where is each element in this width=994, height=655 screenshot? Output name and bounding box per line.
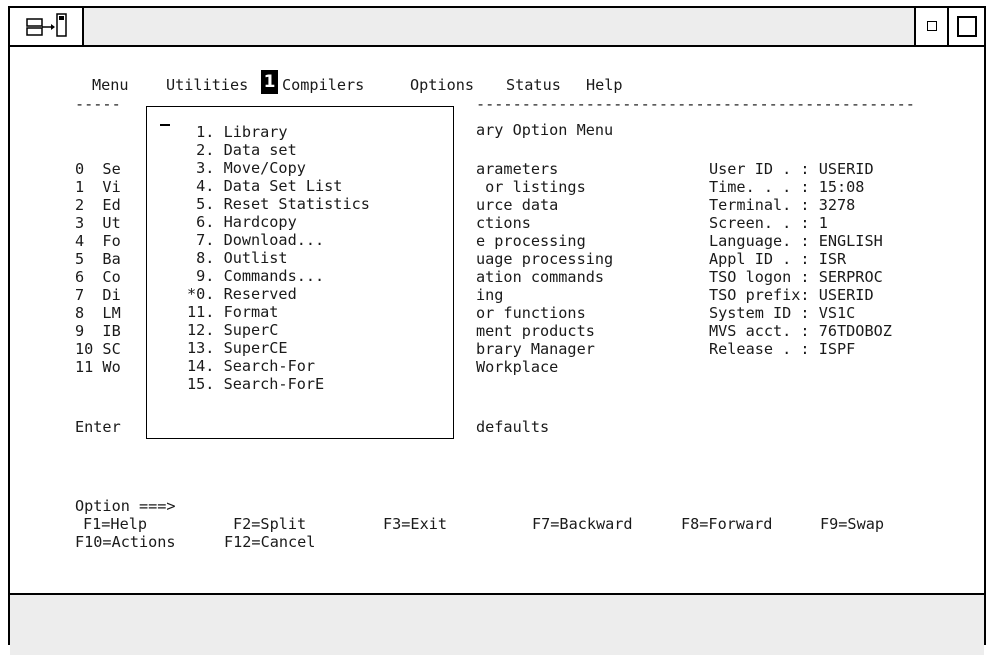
option-desc: ing [476,286,504,304]
pulldown-item[interactable]: 13. SuperCE [187,339,288,357]
option-desc: e processing [476,232,586,250]
session-info-line: TSO logon : SERPROC [709,268,883,286]
option-desc: Workplace [476,358,559,376]
isp-panel: Menu Utilities Compilers Options Status … [10,47,984,583]
text-cursor [160,124,170,126]
session-info-line: Screen. . : 1 [709,214,828,232]
menu-divider-right: ----------------------------------------… [476,95,915,113]
option-row: 2 Ed [75,196,121,214]
session-info-line: Appl ID . : ISR [709,250,847,268]
fkey-f7[interactable]: F7=Backward [532,515,633,533]
option-desc: or functions [476,304,586,322]
enter-label: Enter [75,418,121,436]
pulldown-item[interactable]: 1. Library [187,123,287,141]
session-info-line: Terminal. : 3278 [709,196,856,214]
pulldown-item[interactable]: 2. Data set [187,141,297,159]
option-desc: ation commands [476,268,605,286]
option-row: 5 Ba [75,250,121,268]
pulldown-item[interactable]: 9. Commands... [187,267,324,285]
option-row: 10 SC [75,340,121,358]
pulldown-item[interactable]: 8. Outlist [187,249,287,267]
fkey-f10[interactable]: F10=Actions [75,533,176,551]
option-desc: urce data [476,196,559,214]
move-arrow-icon [26,13,67,37]
fkey-f12[interactable]: F12=Cancel [224,533,315,551]
fkey-f1[interactable]: F1=Help [83,515,147,533]
system-menu-button[interactable] [10,8,84,45]
option-desc: brary Manager [476,340,595,358]
pulldown-item[interactable]: 11. Format [187,303,278,321]
option-row: 9 IB [75,322,121,340]
minimize-button[interactable] [914,8,949,45]
pulldown-item[interactable]: 5. Reset Statistics [187,195,370,213]
option-desc: uage processing [476,250,614,268]
command-prompt: Option ===> [75,497,176,515]
session-info-line: User ID . : USERID [709,160,874,178]
pulldown-item[interactable]: 7. Download... [187,231,324,249]
pulldown-item[interactable]: 3. Move/Copy [187,159,306,177]
menu-utilities[interactable]: Utilities [166,76,248,94]
fkey-f2[interactable]: F2=Split [233,515,306,533]
status-bar [10,593,984,655]
fkey-f8[interactable]: F8=Forward [681,515,772,533]
option-row: 7 Di [75,286,121,304]
pulldown-item[interactable]: 15. Search-ForE [187,375,324,393]
utilities-pulldown: 1. Library 2. Data set 3. Move/Copy 4. D… [146,106,454,439]
option-desc: ctions [476,214,531,232]
pulldown-item[interactable]: 6. Hardcopy [187,213,297,231]
session-info-line: TSO prefix: USERID [709,286,874,304]
fkey-f9[interactable]: F9=Swap [820,515,884,533]
title-bar [10,8,984,47]
option-row: 3 Ut [75,214,121,232]
maximize-button[interactable] [947,8,984,45]
menu-divider-left: ----- [75,95,121,113]
option-row: 4 Fo [75,232,121,250]
menu-help[interactable]: Help [586,76,623,94]
session-info-line: Time. . . : 15:08 [709,178,865,196]
session-info-line: System ID : VS1C [709,304,856,322]
maximize-icon [957,16,977,37]
defaults-label: defaults [476,418,550,436]
session-info-line: Release . : ISPF [709,340,856,358]
menu-options[interactable]: Options [410,76,474,94]
option-desc: or listings [476,178,586,196]
option-row: 8 LM [75,304,121,322]
option-desc: ment products [476,322,595,340]
fkey-f3[interactable]: F3=Exit [383,515,447,533]
option-row: 0 Se [75,160,121,178]
option-row: 1 Vi [75,178,121,196]
menu-compilers[interactable]: Compilers [282,76,364,94]
session-info-line: Language. : ENGLISH [709,232,883,250]
menu-menu[interactable]: Menu [92,76,129,94]
option-row: 6 Co [75,268,121,286]
callout-marker: 1 [261,70,278,94]
menu-status[interactable]: Status [506,76,561,94]
pulldown-item[interactable]: *0. Reserved [187,285,297,303]
session-info-line: MVS acct. : 76TDOBOZ [709,322,892,340]
terminal-window: Menu Utilities Compilers Options Status … [8,6,986,655]
minimize-icon [927,21,937,31]
option-row: 11 Wo [75,358,121,376]
option-desc: arameters [476,160,559,178]
pulldown-item[interactable]: 4. Data Set List [187,177,342,195]
pulldown-item[interactable]: 12. SuperC [187,321,278,339]
panel-title: ary Option Menu [476,121,614,139]
pulldown-item[interactable]: 14. Search-For [187,357,315,375]
